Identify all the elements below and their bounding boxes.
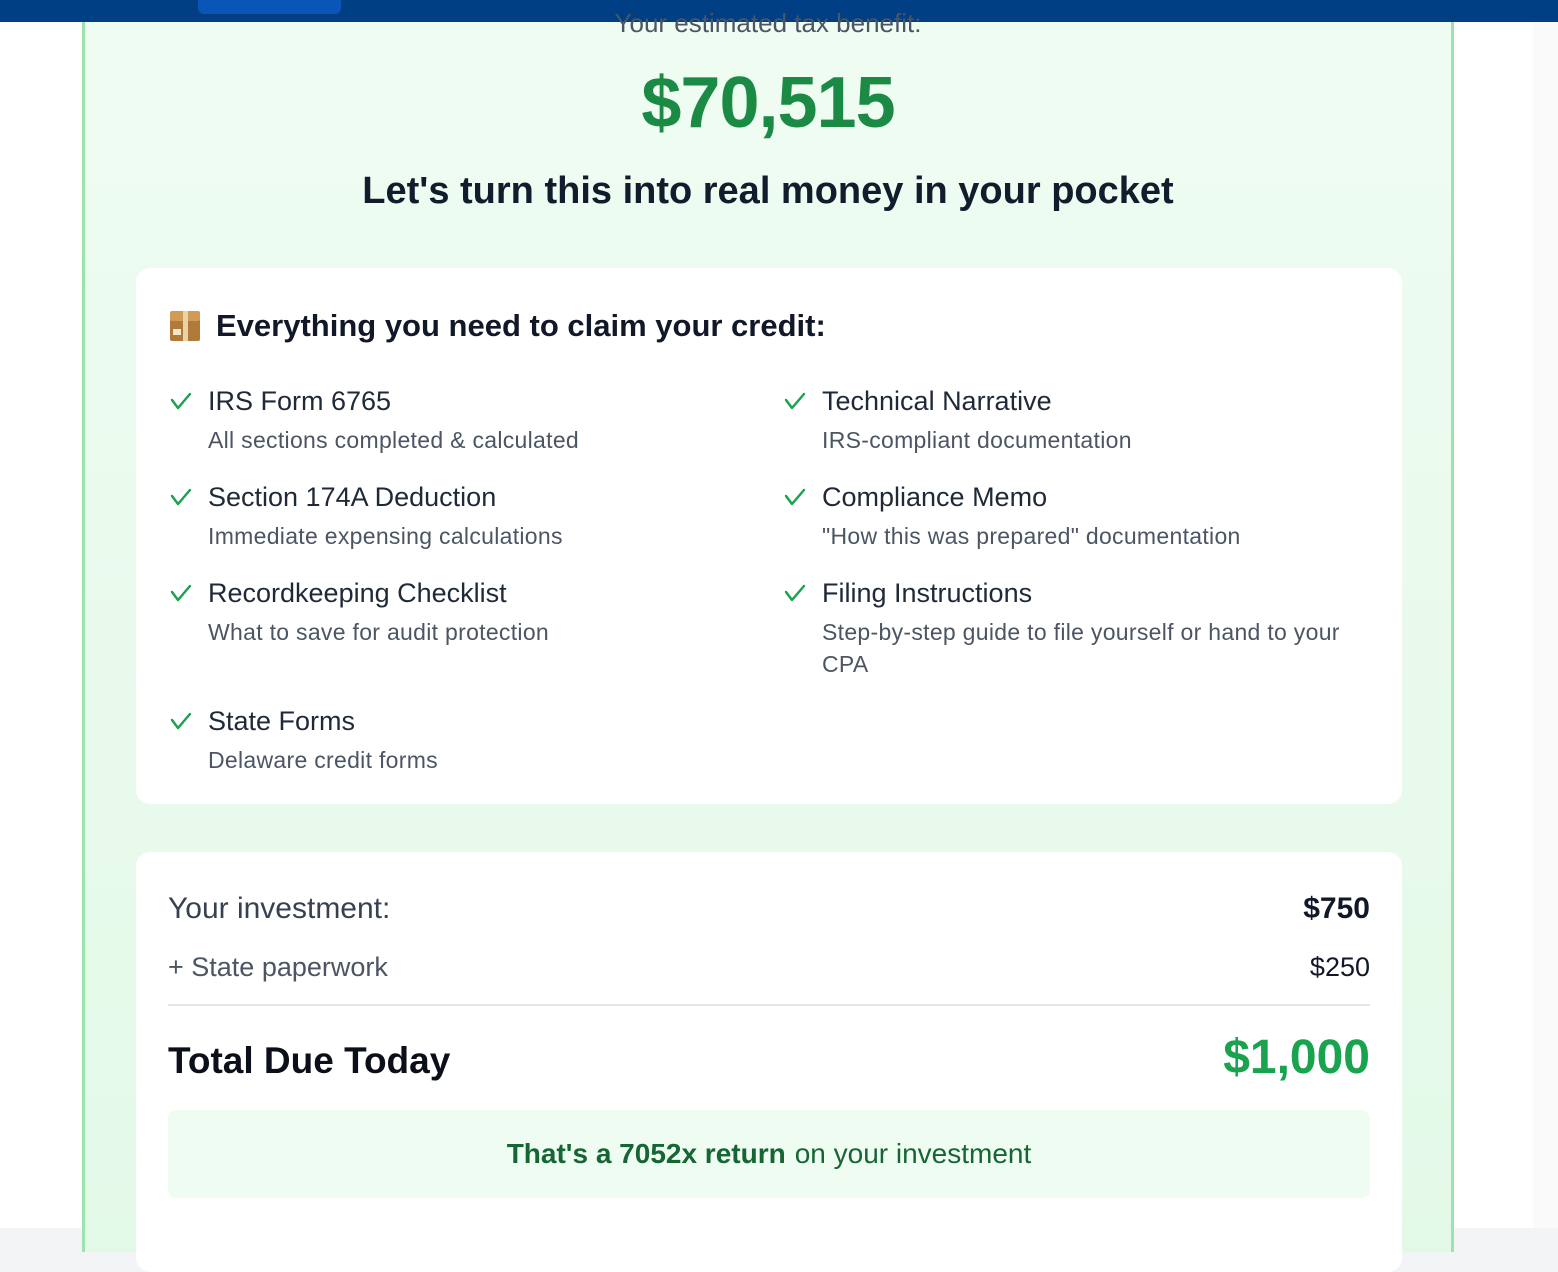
deliverables-title: Everything you need to claim your credit… — [168, 308, 826, 344]
feature-title: IRS Form 6765 — [208, 386, 392, 416]
feature-description: All sections completed & calculated — [208, 427, 580, 453]
page-content: Your estimated tax benefit: $70,515 Let'… — [0, 8, 1533, 1272]
feature-title: Filing Instructions — [822, 578, 1033, 608]
state-paperwork-label: + State paperwork — [168, 952, 388, 982]
checkmark-icon — [170, 488, 192, 506]
feature-title: Recordkeeping Checklist — [208, 578, 507, 608]
feature-title: Compliance Memo — [822, 482, 1048, 512]
return-text: on your investment — [794, 1138, 1032, 1169]
estimated-benefit-amount: $70,515 — [641, 63, 895, 143]
total-due-label: Total Due Today — [168, 1040, 451, 1081]
checkmark-icon — [170, 584, 192, 602]
scrollbar-track[interactable] — [1533, 22, 1558, 1228]
return-on-investment-banner: That's a 7052x return on your investment — [168, 1110, 1370, 1198]
feature-title: Technical Narrative — [822, 386, 1052, 416]
feature-title: State Forms — [208, 706, 356, 736]
return-highlight: That's a 7052x return — [506, 1138, 786, 1169]
checkmark-icon — [784, 392, 806, 410]
divider — [168, 1004, 1370, 1006]
checkmark-icon — [784, 488, 806, 506]
checkmark-icon — [784, 584, 806, 602]
tax-benefit-panel: Your estimated tax benefit: $70,515 Let'… — [82, 8, 1454, 1272]
estimated-benefit-label: Your estimated tax benefit: — [614, 8, 922, 38]
deliverables-title-text: Everything you need to claim your credit… — [216, 308, 826, 343]
feature-title: Section 174A Deduction — [208, 482, 497, 512]
investment-label: Your investment: — [168, 892, 391, 925]
state-paperwork-row: + State paperwork $250 — [168, 952, 1370, 983]
investment-row: Your investment: $750 — [168, 892, 1370, 926]
feature-description: "How this was prepared" documentation — [822, 523, 1241, 549]
package-icon — [168, 309, 202, 343]
checkmark-icon — [170, 392, 192, 410]
total-row: Total Due Today $1,000 — [168, 1030, 1370, 1085]
feature-description: What to save for audit protection — [208, 619, 550, 645]
deliverables-card: Everything you need to claim your credit… — [136, 268, 1402, 804]
feature-description: Immediate expensing calculations — [208, 523, 563, 549]
checkmark-icon — [170, 712, 192, 730]
state-paperwork-value: $250 — [1309, 952, 1370, 982]
pricing-card: Your investment: $750 + State paperwork … — [136, 852, 1402, 1272]
total-due-value: $1,000 — [1223, 1031, 1370, 1084]
investment-value: $750 — [1303, 892, 1370, 925]
feature-description: Step-by-step guide to file yourself or h… — [822, 619, 1340, 677]
feature-description: IRS-compliant documentation — [822, 427, 1132, 453]
feature-description: Delaware credit forms — [208, 747, 438, 773]
headline: Let's turn this into real money in your … — [362, 170, 1174, 212]
